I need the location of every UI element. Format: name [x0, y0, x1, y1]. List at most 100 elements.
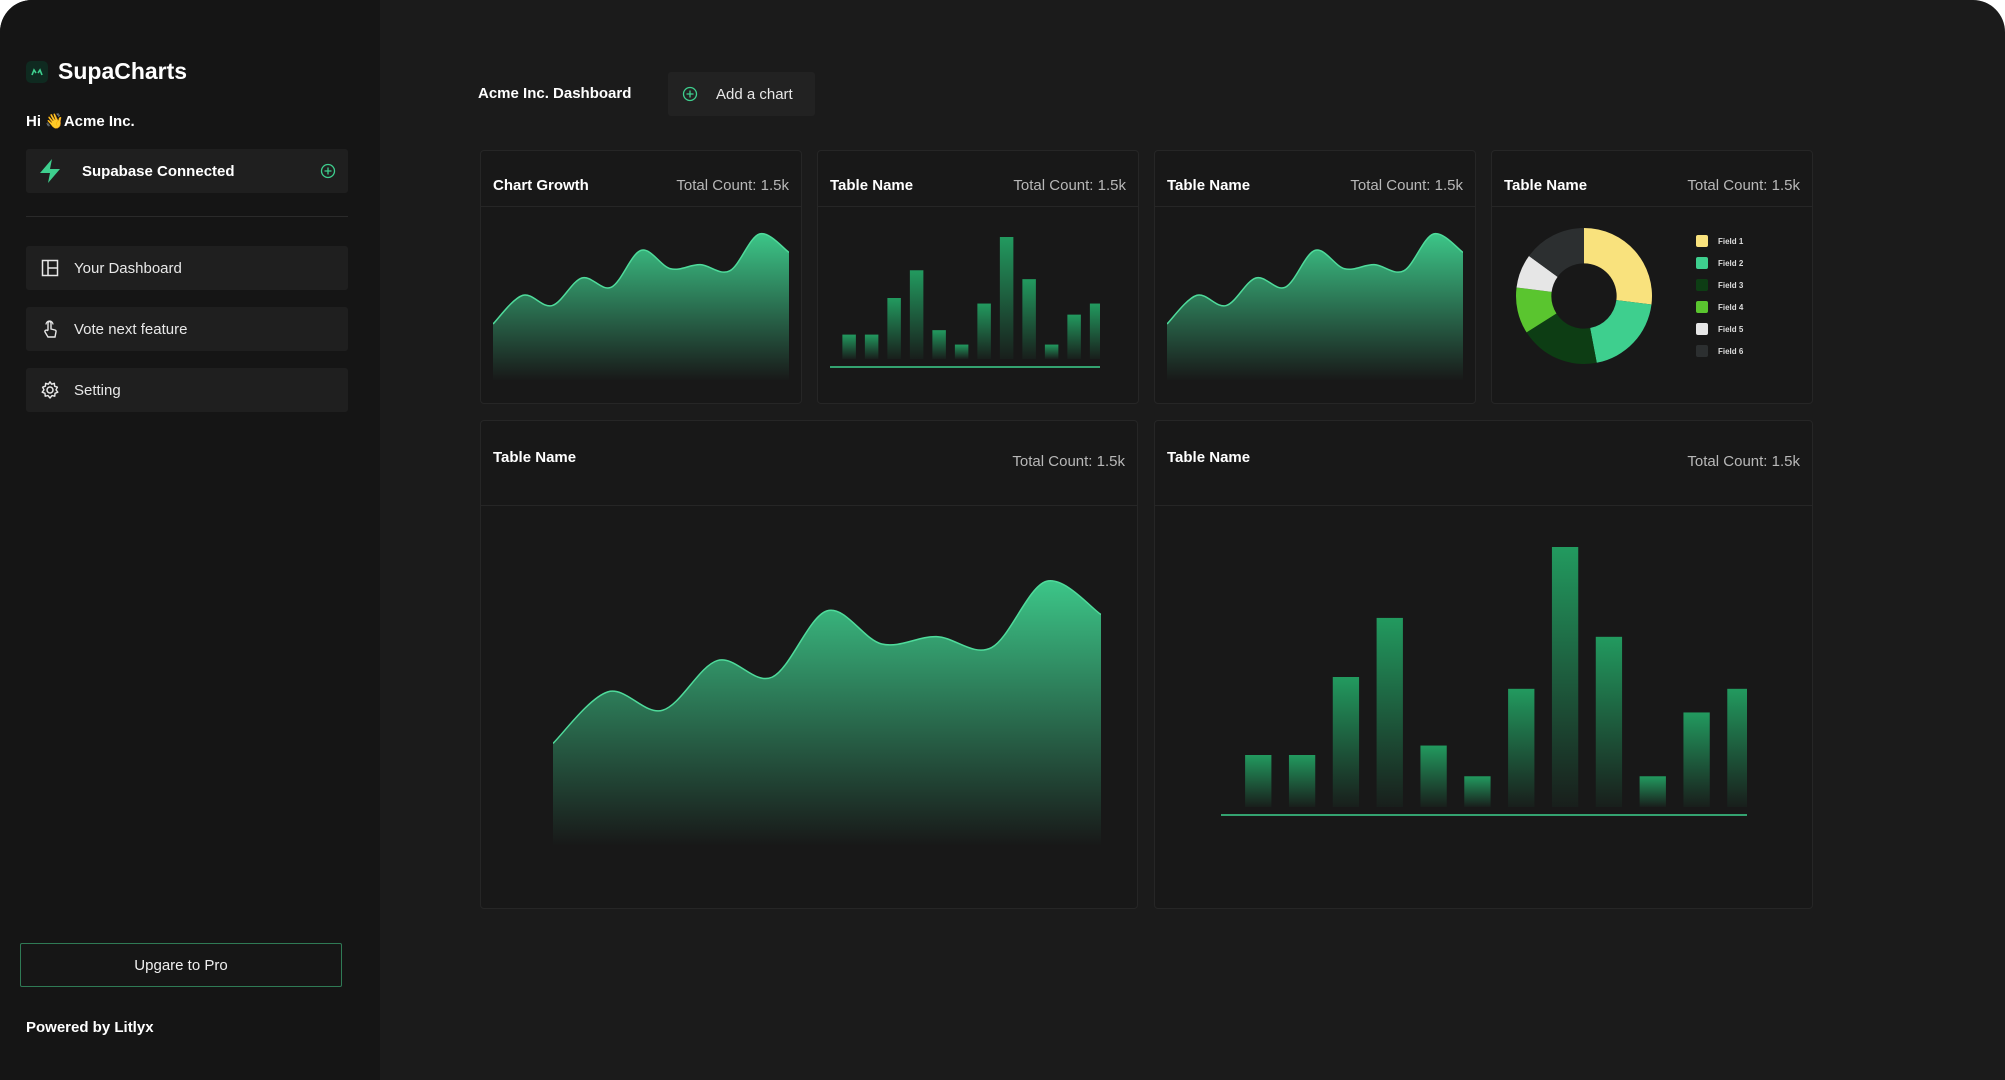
card-count: Total Count: 1.5k [1012, 453, 1125, 470]
legend-swatch [1696, 279, 1708, 291]
chart-card[interactable]: Table Name Total Count: 1.5k [1154, 420, 1813, 909]
bar [1332, 677, 1360, 807]
legend-swatch [1696, 345, 1708, 357]
bar [1044, 344, 1059, 359]
sidebar-divider [26, 216, 348, 217]
bar [1639, 776, 1666, 807]
bar [954, 344, 969, 359]
area-fill [1167, 233, 1463, 381]
card-title: Table Name [493, 449, 577, 466]
bar [932, 330, 946, 359]
area-fill [553, 580, 1101, 846]
pie-slice [1590, 300, 1652, 363]
app-window: SupaCharts Hi 👋Acme Inc. Supabase Connec… [0, 0, 2005, 1080]
card-header: Table Name Total Count: 1.5k [818, 151, 1138, 207]
legend-swatch [1696, 257, 1708, 269]
card-header: Table Name Total Count: 1.5k [1155, 151, 1475, 207]
legend-item: Field 6 [1696, 340, 1743, 362]
legend-label: Field 2 [1718, 258, 1744, 268]
chart-card[interactable]: Table Name Total Count: 1.5k [1154, 150, 1476, 404]
add-circle-icon [682, 86, 698, 102]
logo-icon [26, 60, 48, 83]
add-circle-icon[interactable] [320, 163, 336, 179]
sidebar-item-dashboard[interactable]: Your Dashboard [26, 246, 348, 290]
pie-slice [1584, 228, 1652, 305]
card-header: Chart Growth Total Count: 1.5k [481, 151, 801, 207]
area-fill [493, 233, 789, 381]
chart-legend: Field 1 Field 2 Field 3 Field 4 Field 5 Field… [1696, 230, 1743, 362]
chart-card[interactable]: Table Name Total Count: 1.5k Field 1 Fiel… [1491, 150, 1813, 404]
bar [1376, 617, 1403, 807]
legend-swatch [1696, 235, 1708, 247]
bar [1727, 688, 1747, 807]
card-header: Table Name Total Count: 1.5k [1155, 421, 1812, 506]
card-header: Table Name Total Count: 1.5k [1492, 151, 1812, 207]
bar [864, 334, 879, 359]
bar [1683, 712, 1710, 807]
legend-label: Field 1 [1718, 236, 1744, 246]
bar [842, 334, 856, 359]
card-count: Total Count: 1.5k [1687, 453, 1800, 470]
bar-chart [830, 237, 1100, 368]
area-chart [493, 233, 789, 381]
sidebar-item-setting[interactable]: Setting [26, 368, 348, 412]
sidebar-item-label: Your Dashboard [74, 259, 182, 277]
add-chart-label: Add a chart [716, 85, 793, 103]
card-title: Table Name [830, 177, 914, 194]
gear-icon [41, 381, 59, 399]
sidebar: SupaCharts Hi 👋Acme Inc. Supabase Connec… [0, 0, 380, 1080]
bar [909, 270, 924, 359]
page-title: Acme Inc. Dashboard [478, 85, 632, 102]
bar [1551, 547, 1579, 807]
bar [1288, 755, 1316, 807]
add-chart-button[interactable]: Add a chart [668, 72, 815, 116]
app-name: SupaCharts [58, 58, 188, 84]
bolt-icon [40, 159, 60, 183]
card-count: Total Count: 1.5k [676, 177, 789, 194]
bar [999, 237, 1014, 359]
connection-label: Supabase Connected [82, 162, 235, 180]
bar [1089, 303, 1100, 359]
card-title: Table Name [1167, 449, 1251, 466]
area-chart [1167, 233, 1463, 381]
greeting: Hi 👋Acme Inc. [26, 113, 135, 130]
chart-card[interactable]: Chart Growth Total Count: 1.5k [480, 150, 802, 404]
card-count: Total Count: 1.5k [1350, 177, 1463, 194]
sidebar-item-vote[interactable]: Vote next feature [26, 307, 348, 351]
dashboard-icon [41, 259, 59, 277]
card-count: Total Count: 1.5k [1013, 177, 1126, 194]
sidebar-item-label: Setting [74, 381, 121, 399]
legend-label: Field 5 [1718, 324, 1744, 334]
card-title: Table Name [1504, 177, 1588, 194]
bar [1022, 279, 1036, 359]
legend-item: Field 2 [1696, 252, 1743, 274]
chart-card[interactable]: Table Name Total Count: 1.5k [480, 420, 1138, 909]
card-header: Table Name Total Count: 1.5k [481, 421, 1137, 506]
donut-chart [1516, 228, 1652, 364]
area-chart [553, 580, 1101, 846]
bar [1420, 745, 1447, 807]
bar [887, 298, 901, 359]
card-title: Table Name [1167, 177, 1251, 194]
bar [1464, 776, 1491, 807]
card-title: Chart Growth [493, 177, 589, 194]
bar-chart [1221, 547, 1747, 816]
powered-by: Powered by Litlyx [26, 1019, 154, 1036]
pointer-hand-icon [44, 320, 57, 338]
brand[interactable]: SupaCharts [26, 58, 187, 85]
legend-label: Field 3 [1718, 280, 1744, 290]
legend-swatch [1696, 301, 1708, 313]
card-count: Total Count: 1.5k [1687, 177, 1800, 194]
legend-item: Field 5 [1696, 318, 1743, 340]
sidebar-item-label: Vote next feature [74, 320, 188, 338]
chart-card[interactable]: Table Name Total Count: 1.5k [817, 150, 1139, 404]
legend-item: Field 3 [1696, 274, 1743, 296]
legend-item: Field 1 [1696, 230, 1743, 252]
bar [1067, 314, 1081, 359]
bar [977, 303, 991, 359]
supabase-connection[interactable]: Supabase Connected [26, 149, 348, 193]
legend-label: Field 6 [1718, 346, 1744, 356]
bar [1245, 755, 1272, 807]
upgrade-button[interactable]: Upgare to Pro [20, 943, 342, 987]
bar [1595, 636, 1623, 807]
